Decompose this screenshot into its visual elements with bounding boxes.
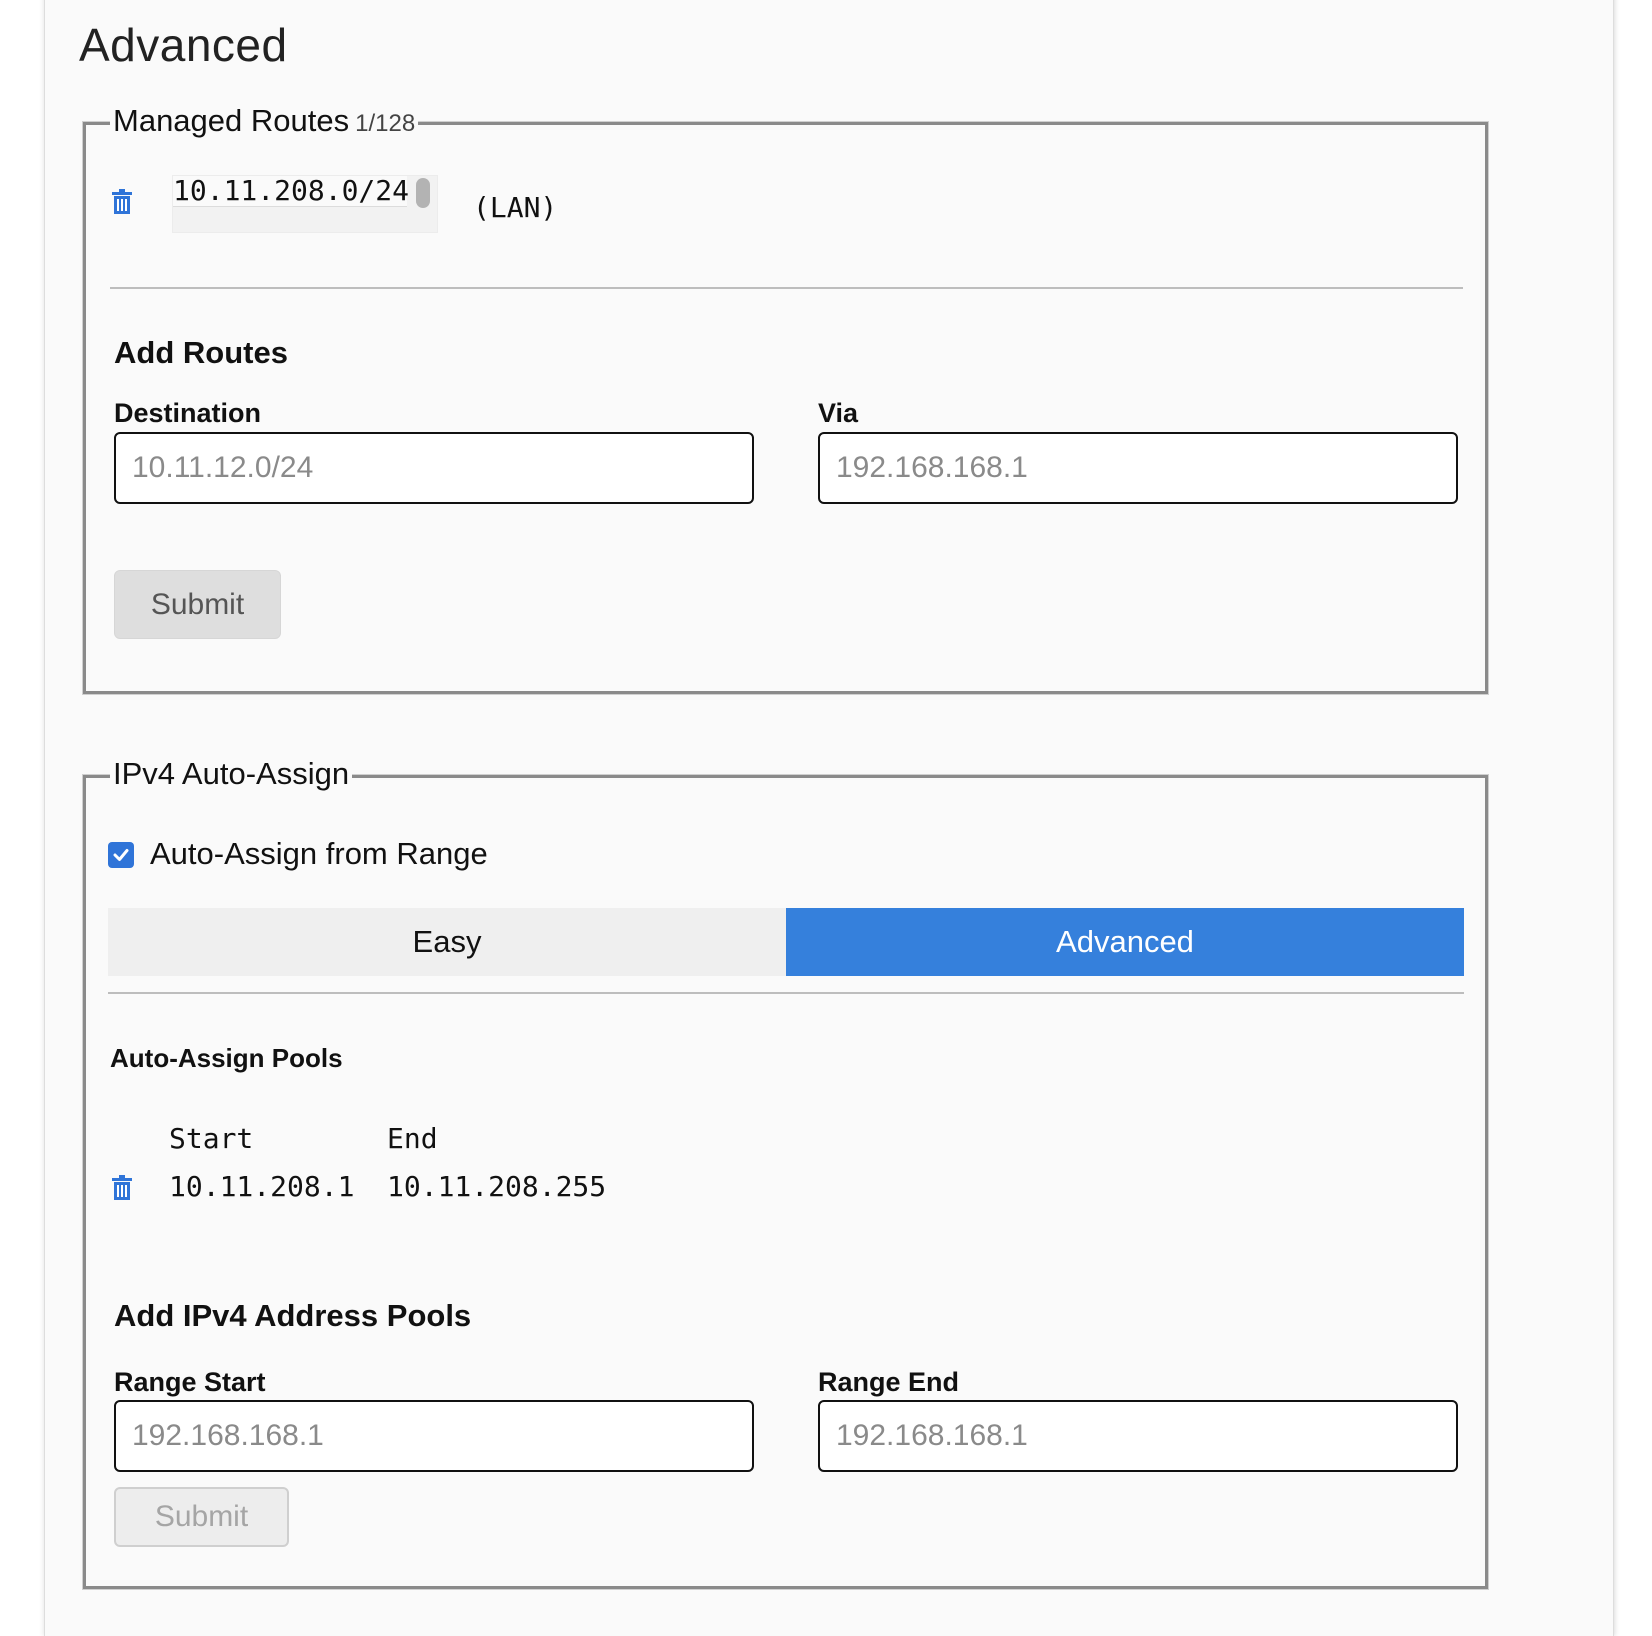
pool-start-value: 10.11.208.1 [169, 1170, 355, 1203]
pool-col-end: End [387, 1122, 438, 1155]
pool-end-value: 10.11.208.255 [387, 1170, 607, 1203]
range-start-label: Range Start [114, 1367, 266, 1397]
checkmark-icon [113, 849, 129, 861]
auto-assign-pools-title: Auto-Assign Pools [110, 1043, 343, 1073]
add-route-submit-button[interactable]: Submit [114, 570, 281, 639]
add-pool-submit-button[interactable]: Submit [114, 1487, 289, 1547]
ipv4-auto-assign-legend: IPv4 Auto-Assign [110, 756, 353, 792]
auto-assign-checkbox[interactable] [108, 842, 134, 868]
add-pools-title: Add IPv4 Address Pools [114, 1298, 472, 1333]
trash-icon[interactable] [111, 189, 133, 215]
route-destination-field[interactable]: 10.11.208.0/24 [172, 175, 438, 233]
pool-col-start: Start [169, 1122, 254, 1155]
managed-routes-title: Managed Routes [113, 103, 350, 138]
route-via-label: (LAN) [473, 191, 558, 224]
assign-mode-tabs: Easy Advanced [108, 908, 1464, 976]
routes-count: 1/128 [355, 110, 416, 137]
range-end-label: Range End [818, 1367, 960, 1397]
destination-label: Destination [114, 398, 262, 428]
page-title: Advanced [79, 19, 288, 71]
route-destination-value[interactable]: 10.11.208.0/24 [173, 176, 409, 207]
trash-icon[interactable] [111, 1175, 133, 1201]
managed-routes-legend: Managed Routes 1/128 [110, 103, 419, 139]
destination-input[interactable] [114, 432, 754, 504]
managed-routes-fieldset: Managed Routes 1/128 10.11.208.0/24 (LAN)… [83, 103, 1488, 694]
ipv4-auto-assign-fieldset: IPv4 Auto-Assign Auto-Assign from Range … [83, 756, 1488, 1589]
via-input[interactable] [818, 432, 1458, 504]
divider [108, 992, 1464, 994]
tab-advanced[interactable]: Advanced [786, 908, 1464, 976]
range-start-input[interactable] [114, 1400, 754, 1472]
add-routes-title: Add Routes [114, 335, 288, 370]
range-end-input[interactable] [818, 1400, 1458, 1472]
divider [110, 287, 1463, 289]
auto-assign-label[interactable]: Auto-Assign from Range [150, 836, 488, 872]
tab-easy[interactable]: Easy [108, 908, 786, 976]
scrollbar-thumb[interactable] [416, 178, 430, 208]
via-label: Via [818, 398, 859, 428]
